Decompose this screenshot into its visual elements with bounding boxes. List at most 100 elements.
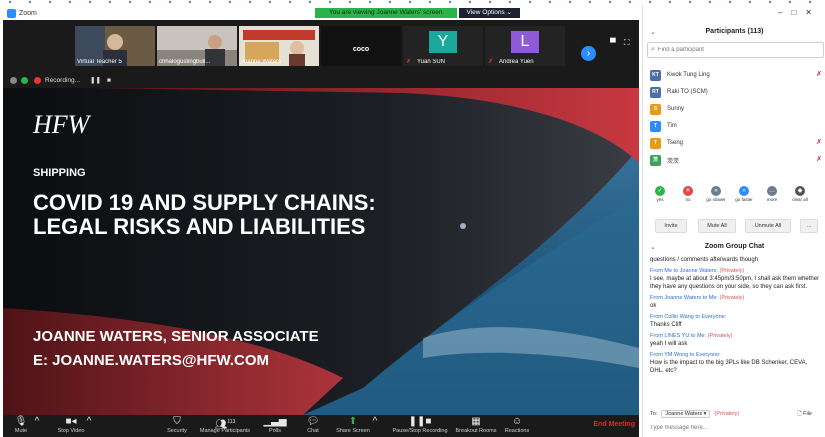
recipient-dropdown[interactable]: Joanne Waters ▾ [661,410,711,418]
chat-message-text: How is the impact to the big 3PLs like D… [650,360,808,374]
video-thumbnail[interactable]: Virtual Teacher 5 [75,26,155,66]
presenter-email: E: JOANNE.WATERS@HFW.COM [33,352,270,369]
chevron-down-icon[interactable]: ⌄ [650,28,656,36]
video-thumbnail[interactable]: Joanne Waters [239,26,319,66]
maximize-icon[interactable]: □ [791,8,805,17]
layout-icon[interactable]: ▀ [610,38,616,47]
recording-label: Recording... [45,76,81,84]
chat-button[interactable]: 💬︎ Chat [293,416,333,434]
to-label: To: [650,411,658,417]
reaction-no-button[interactable]: ✕ no [676,186,700,202]
video-thumbnail-strip: Virtual Teacher 5 chhalogustingbull... J… [3,20,639,72]
video-thumbnail[interactable]: coco [321,26,401,66]
chat-private-flag: (Privately) [707,333,733,339]
video-thumbnail[interactable]: chhalogustingbull... [157,26,237,66]
people-icon: 👥︎113 [214,419,236,431]
chat-sender: From Collin Wang to Everyone: [650,314,727,320]
chevron-up-icon: ^ [372,416,378,427]
close-icon[interactable]: ✕ [805,8,821,17]
participant-row[interactable]: 茨茨茨 ✗ [650,154,822,166]
reaction-yes-button[interactable]: ✓ yes [648,186,672,202]
view-options-button[interactable]: View Options ⌄ [458,8,520,18]
video-thumbnail[interactable]: Y Yuan SUN ✗ [403,26,483,66]
chat-message-text: ok [650,303,657,309]
chevron-down-icon[interactable]: ⌄ [650,243,656,251]
share-options-chevron[interactable]: ^ [365,416,385,428]
muted-mic-icon[interactable]: ✗ [816,70,822,78]
chat-message-input[interactable] [650,422,822,434]
polls-button[interactable]: ▁▃▅ Polls [255,416,295,434]
reaction-label: more [766,197,778,202]
chat-messages: questions / comments afterwards though Fr… [650,256,820,404]
invite-button[interactable]: Invite [655,219,687,233]
reaction-go-slower-button[interactable]: «go slower [704,186,728,202]
participant-row[interactable]: KT Kwok Tung Ling ✗ [650,69,822,81]
participant-name: Andrea Yuen [499,59,534,65]
strip-controls: ▀ ⛶ [610,38,630,48]
unmute-all-button[interactable]: Unmute All [745,219,791,233]
info-icon[interactable] [10,76,17,84]
stop-recording-icon[interactable]: ■ [107,77,111,84]
pause-stop-icon: ❚❚■ [408,416,432,427]
reaction-more-button[interactable]: … more [760,186,784,202]
chat-message: From Collin Wang to Everyone: Thanks Cli… [650,313,820,329]
slide-title-line1: COVID 19 AND SUPPLY CHAINS: [33,190,376,215]
reaction-label: yes [656,197,664,202]
shield-icon[interactable] [21,76,28,84]
muted-mic-icon[interactable]: ✗ [816,138,822,146]
reaction-go-faster-button[interactable]: » go faster [732,186,756,202]
video-thumbnail[interactable]: L Andrea Yuen ✗ [485,26,565,66]
chat-message-text: yeah I will ask [650,341,688,347]
chat-message-meta: From Joanne Waters to Me: (Privately) [650,294,820,302]
participant-search-input[interactable] [657,47,808,53]
reaction-clear-all-button[interactable]: ◆ clear all [788,186,812,202]
chat-recipient-row: To: Joanne Waters ▾ (Privately) 🗋︎ File [650,409,822,419]
participant-name: Tim [667,123,677,129]
next-page-arrow-icon[interactable]: › [581,46,596,61]
chat-message: From Joanne Waters to Me: (Privately) ok [650,294,820,310]
participant-row[interactable]: T Tseng ✗ [650,137,822,149]
chat-message: From YM Wong to Everyone: How is the imp… [650,351,820,375]
breakout-rooms-button[interactable]: ▦ Breakout Rooms [451,416,501,434]
participant-name: Kwok Tung Ling [667,72,710,78]
chat-message-text: questions / comments afterwards though [650,257,759,263]
presenter-name: JOANNE WATERS, SENIOR ASSOCIATE [33,328,319,345]
screen-dotted-border [0,0,825,4]
fullscreen-icon[interactable]: ⛶ [624,38,630,47]
participant-search[interactable]: ⌕ [647,42,824,58]
end-meeting-button[interactable]: End Meeting [593,421,635,428]
mute-all-button[interactable]: Mute All [698,219,736,233]
minimize-icon[interactable]: – [778,8,791,17]
reaction-label: go slower [706,197,726,202]
participant-avatar: T [650,120,661,132]
chat-private-flag: (Privately) [719,268,745,274]
chat-sender: From YM Wong to Everyone: [650,352,721,358]
participant-name: Sunny [667,106,685,112]
more-options-button[interactable]: ... [800,219,818,233]
grid-icon: ▦ [471,416,481,427]
chevron-up-icon: ^ [34,416,40,427]
muted-mic-icon[interactable]: ✗ [816,155,822,163]
participants-title: Participants (113) [705,28,764,35]
participant-row[interactable]: RT Raki TO (SCM) [650,86,822,98]
pause-recording-icon[interactable]: ❚❚ [90,76,101,84]
security-button[interactable]: ⛉ Security [157,416,197,434]
company-logo: HFW [33,110,90,139]
reactions-button[interactable]: ☺ Reactions [497,416,537,434]
participant-avatar: KT [650,69,661,81]
reaction-label: go faster [735,197,753,202]
file-button[interactable]: 🗋︎ File [797,410,812,419]
participant-row[interactable]: T Tim [650,120,822,132]
chat-message: From LINES YU to Me: (Privately) yeah I w… [650,332,820,348]
participant-avatar: L [511,31,539,53]
title-bar: Zoom You are viewing Joanne Waters' scre… [3,6,639,20]
chat-message-text: Thanks Cliff [650,322,682,328]
manage-participants-button[interactable]: 👥︎113 Manage Participants [199,416,251,434]
participant-row[interactable]: S Sunny [650,103,822,115]
smiley-icon: ☺ [511,416,523,427]
reaction-label: no [685,197,691,202]
chat-sender: From Joanne Waters to Me: [650,295,718,301]
video-options-chevron[interactable]: ^ [79,416,99,428]
participant-name: Virtual Teacher 5 [77,59,122,65]
pause-recording-button[interactable]: ❚❚■ Pause/Stop Recording [391,416,449,434]
